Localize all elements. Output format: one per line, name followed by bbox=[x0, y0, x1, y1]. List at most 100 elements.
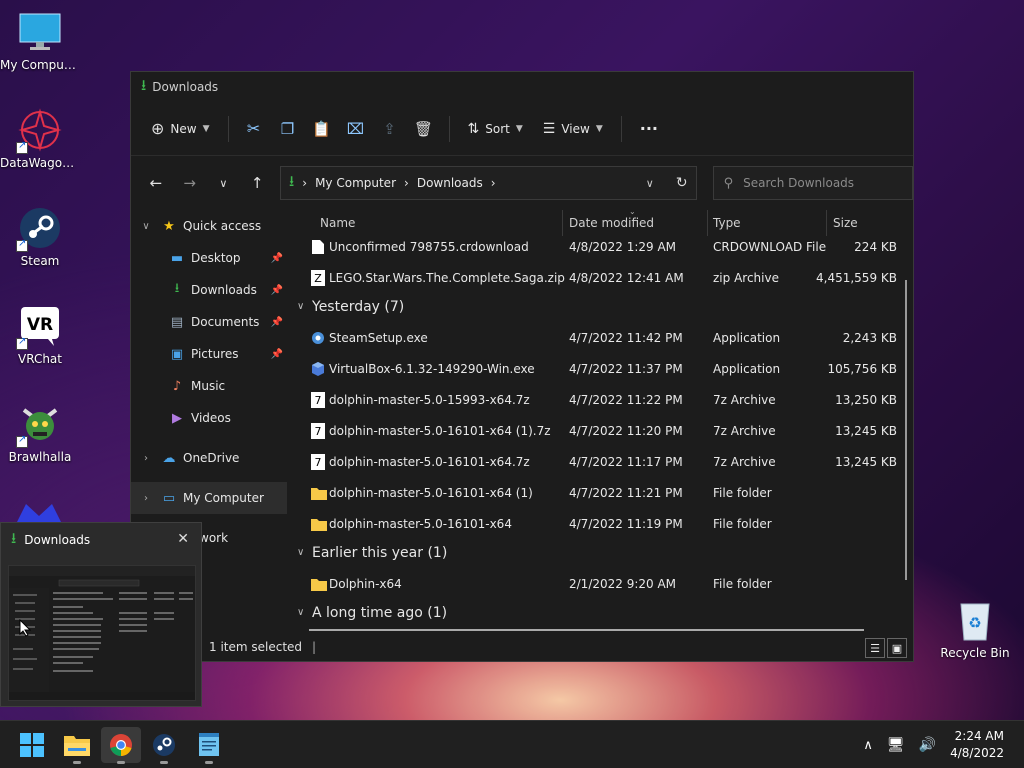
recycle-bin-icon: ♻ bbox=[953, 598, 997, 642]
taskbar-steam[interactable] bbox=[144, 727, 184, 764]
breadcrumb-downloads[interactable]: Downloads bbox=[417, 176, 483, 190]
details-view-icon: ☰ bbox=[870, 641, 880, 655]
taskbar-file-explorer[interactable] bbox=[57, 727, 97, 764]
paste-button[interactable]: 📋 bbox=[305, 112, 339, 146]
pin-icon: 📌 bbox=[270, 316, 283, 328]
arrow-up-icon: ↑ bbox=[250, 174, 264, 192]
desktop-icon-label: Steam bbox=[20, 254, 60, 268]
start-button[interactable] bbox=[12, 727, 52, 763]
address-dropdown-button[interactable]: ∨ bbox=[646, 177, 654, 190]
group-header-long-time-ago[interactable]: ∨ A long time ago (1) bbox=[291, 600, 901, 629]
taskbar-chrome[interactable] bbox=[101, 727, 141, 764]
desktop-icon-my-computer[interactable]: My Computer bbox=[0, 10, 80, 72]
close-icon[interactable]: ✕ bbox=[177, 531, 189, 547]
clock-date: 4/8/2022 bbox=[950, 746, 1004, 760]
file-type: Application bbox=[713, 331, 781, 345]
copy-button[interactable]: ❐ bbox=[271, 112, 305, 146]
desktop-icon-datawagon[interactable]: DataWagon... bbox=[0, 108, 80, 170]
new-button[interactable]: ⊕ New ▼ bbox=[141, 112, 220, 146]
recent-locations-button[interactable]: ∨ bbox=[209, 168, 239, 198]
arrow-left-icon: ← bbox=[149, 174, 163, 192]
svg-text:♻: ♻ bbox=[968, 614, 981, 632]
forward-button[interactable]: → bbox=[175, 168, 205, 198]
view-button[interactable]: ☰ View ▼ bbox=[533, 112, 613, 146]
column-header-name[interactable]: Name bbox=[320, 216, 355, 230]
file-explorer-window[interactable]: ⭳ Downloads ⊕ New ▼ ✂ ❐ 📋 ⌧ ⇪ 🗑 ⇅ Sort ▼… bbox=[130, 71, 914, 662]
file-row[interactable]: Z LEGO.Star.Wars.The.Complete.Saga.zip 4… bbox=[291, 263, 901, 294]
sidebar-item-desktop[interactable]: ▬ Desktop 📌 bbox=[131, 242, 287, 274]
chevron-right-icon[interactable]: › bbox=[139, 453, 153, 464]
up-button[interactable]: ↑ bbox=[242, 168, 272, 198]
breadcrumb-my-computer[interactable]: My Computer bbox=[315, 176, 396, 190]
cut-button[interactable]: ✂ bbox=[237, 112, 271, 146]
picture-icon: ▣ bbox=[170, 346, 184, 362]
file-date: 4/7/2022 11:22 PM bbox=[569, 393, 683, 407]
desktop-icon-recycle-bin[interactable]: ♻ Recycle Bin bbox=[935, 598, 1015, 660]
taskbar-notepad[interactable] bbox=[189, 727, 229, 764]
file-row[interactable]: 7 dolphin-master-5.0-15993-x64.7z 4/7/20… bbox=[291, 385, 901, 416]
file-row[interactable]: VirtualBox-6.1.32-149290-Win.exe 4/7/202… bbox=[291, 354, 901, 385]
file-row[interactable]: Unconfirmed 798755.crdownload 4/8/2022 1… bbox=[291, 232, 901, 263]
sidebar-item-pictures[interactable]: ▣ Pictures 📌 bbox=[131, 338, 287, 370]
title-bar[interactable]: ⭳ Downloads bbox=[131, 72, 913, 102]
file-row[interactable]: dolphin-master-5.0-16101-x64 4/7/2022 11… bbox=[291, 509, 901, 540]
details-view-button[interactable]: ☰ bbox=[865, 638, 885, 658]
chevron-up-icon[interactable]: ∧ bbox=[863, 738, 873, 753]
desktop-icon-steam[interactable]: Steam bbox=[0, 206, 80, 268]
desktop-icon-brawlhalla[interactable]: Brawlhalla bbox=[0, 402, 80, 464]
thumbnail-window-preview[interactable] bbox=[8, 565, 196, 701]
sort-button[interactable]: ⇅ Sort ▼ bbox=[458, 112, 533, 146]
sidebar-item-documents[interactable]: ▤ Documents 📌 bbox=[131, 306, 287, 338]
search-box[interactable]: ⚲ Search Downloads bbox=[712, 166, 914, 200]
file-row[interactable]: 7 dolphin-master-5.0-16101-x64.7z 4/7/20… bbox=[291, 447, 901, 478]
clock-time: 2:24 AM bbox=[954, 729, 1004, 743]
column-header-size[interactable]: Size bbox=[833, 216, 858, 230]
file-date: 2/1/2022 9:20 AM bbox=[569, 577, 677, 591]
back-button[interactable]: ← bbox=[141, 168, 171, 198]
sidebar-item-music[interactable]: ♪ Music bbox=[131, 370, 287, 402]
file-row[interactable]: 7 dolphin-master-5.0-16101-x64 (1).7z 4/… bbox=[291, 416, 901, 447]
window-title: Downloads bbox=[152, 80, 219, 94]
file-row[interactable]: SteamSetup.exe 4/7/2022 11:42 PM Applica… bbox=[291, 323, 901, 354]
address-bar[interactable]: ⭳ › My Computer › Downloads › ∨ ↻ bbox=[280, 166, 697, 200]
sidebar-item-videos[interactable]: ▶ Videos bbox=[131, 402, 287, 434]
group-header-yesterday[interactable]: ∨ Yesterday (7) bbox=[291, 294, 901, 323]
sidebar-item-downloads[interactable]: ⭳ Downloads 📌 bbox=[131, 274, 287, 306]
partial-desktop-icon[interactable] bbox=[16, 500, 62, 524]
more-options-button[interactable]: ··· bbox=[630, 112, 668, 146]
sidebar-item-label: Documents bbox=[191, 315, 260, 329]
vertical-scrollbar[interactable] bbox=[905, 280, 907, 580]
file-row[interactable]: Dolphin-x64 2/1/2022 9:20 AM File folder bbox=[291, 569, 901, 600]
volume-icon[interactable]: 🔊 bbox=[919, 737, 936, 753]
taskbar-thumbnail-preview[interactable]: ⭳ Downloads ✕ bbox=[0, 522, 202, 707]
svg-text:VR: VR bbox=[27, 315, 53, 335]
group-label: Yesterday (7) bbox=[312, 299, 405, 315]
chevron-right-icon[interactable]: › bbox=[139, 493, 153, 504]
clock[interactable]: 2:24 AM 4/8/2022 bbox=[950, 728, 1004, 762]
shortcut-arrow-icon bbox=[16, 238, 28, 252]
file-row[interactable]: dolphin-master-5.0-16101-x64 (1) 4/7/202… bbox=[291, 478, 901, 509]
share-button[interactable]: ⇪ bbox=[373, 112, 407, 146]
sidebar-item-quick-access[interactable]: ∨ ★ Quick access bbox=[131, 210, 287, 242]
refresh-icon[interactable]: ↻ bbox=[676, 175, 688, 191]
desktop-icon-vrchat[interactable]: VR VRChat bbox=[0, 304, 80, 366]
column-header-date[interactable]: Date modified bbox=[569, 216, 654, 230]
horizontal-scrollbar[interactable] bbox=[309, 629, 864, 631]
tiles-view-button[interactable]: ▣ bbox=[887, 638, 907, 658]
sidebar-item-my-computer[interactable]: › ▭ My Computer bbox=[131, 482, 287, 514]
monitor-icon: ▭ bbox=[162, 490, 176, 506]
network-icon[interactable]: 🖥 bbox=[887, 737, 905, 753]
command-bar: ⊕ New ▼ ✂ ❐ 📋 ⌧ ⇪ 🗑 ⇅ Sort ▼ ☰ View ▼ ··… bbox=[131, 102, 913, 156]
delete-button[interactable]: 🗑 bbox=[407, 112, 441, 146]
rename-button[interactable]: ⌧ bbox=[339, 112, 373, 146]
monitor-icon bbox=[18, 10, 62, 54]
chevron-down-icon[interactable]: ∨ bbox=[139, 221, 153, 232]
shortcut-arrow-icon bbox=[16, 434, 28, 448]
group-header-earlier-this-year[interactable]: ∨ Earlier this year (1) bbox=[291, 540, 901, 569]
file-size: 13,250 KB bbox=[835, 393, 897, 407]
file-type: Application bbox=[713, 362, 781, 376]
column-header-type[interactable]: Type bbox=[713, 216, 741, 230]
file-type: zip Archive bbox=[713, 271, 779, 285]
sidebar-item-onedrive[interactable]: › ☁ OneDrive bbox=[131, 442, 287, 474]
status-bar: 1 item selected | ☰ ▣ bbox=[131, 633, 913, 661]
